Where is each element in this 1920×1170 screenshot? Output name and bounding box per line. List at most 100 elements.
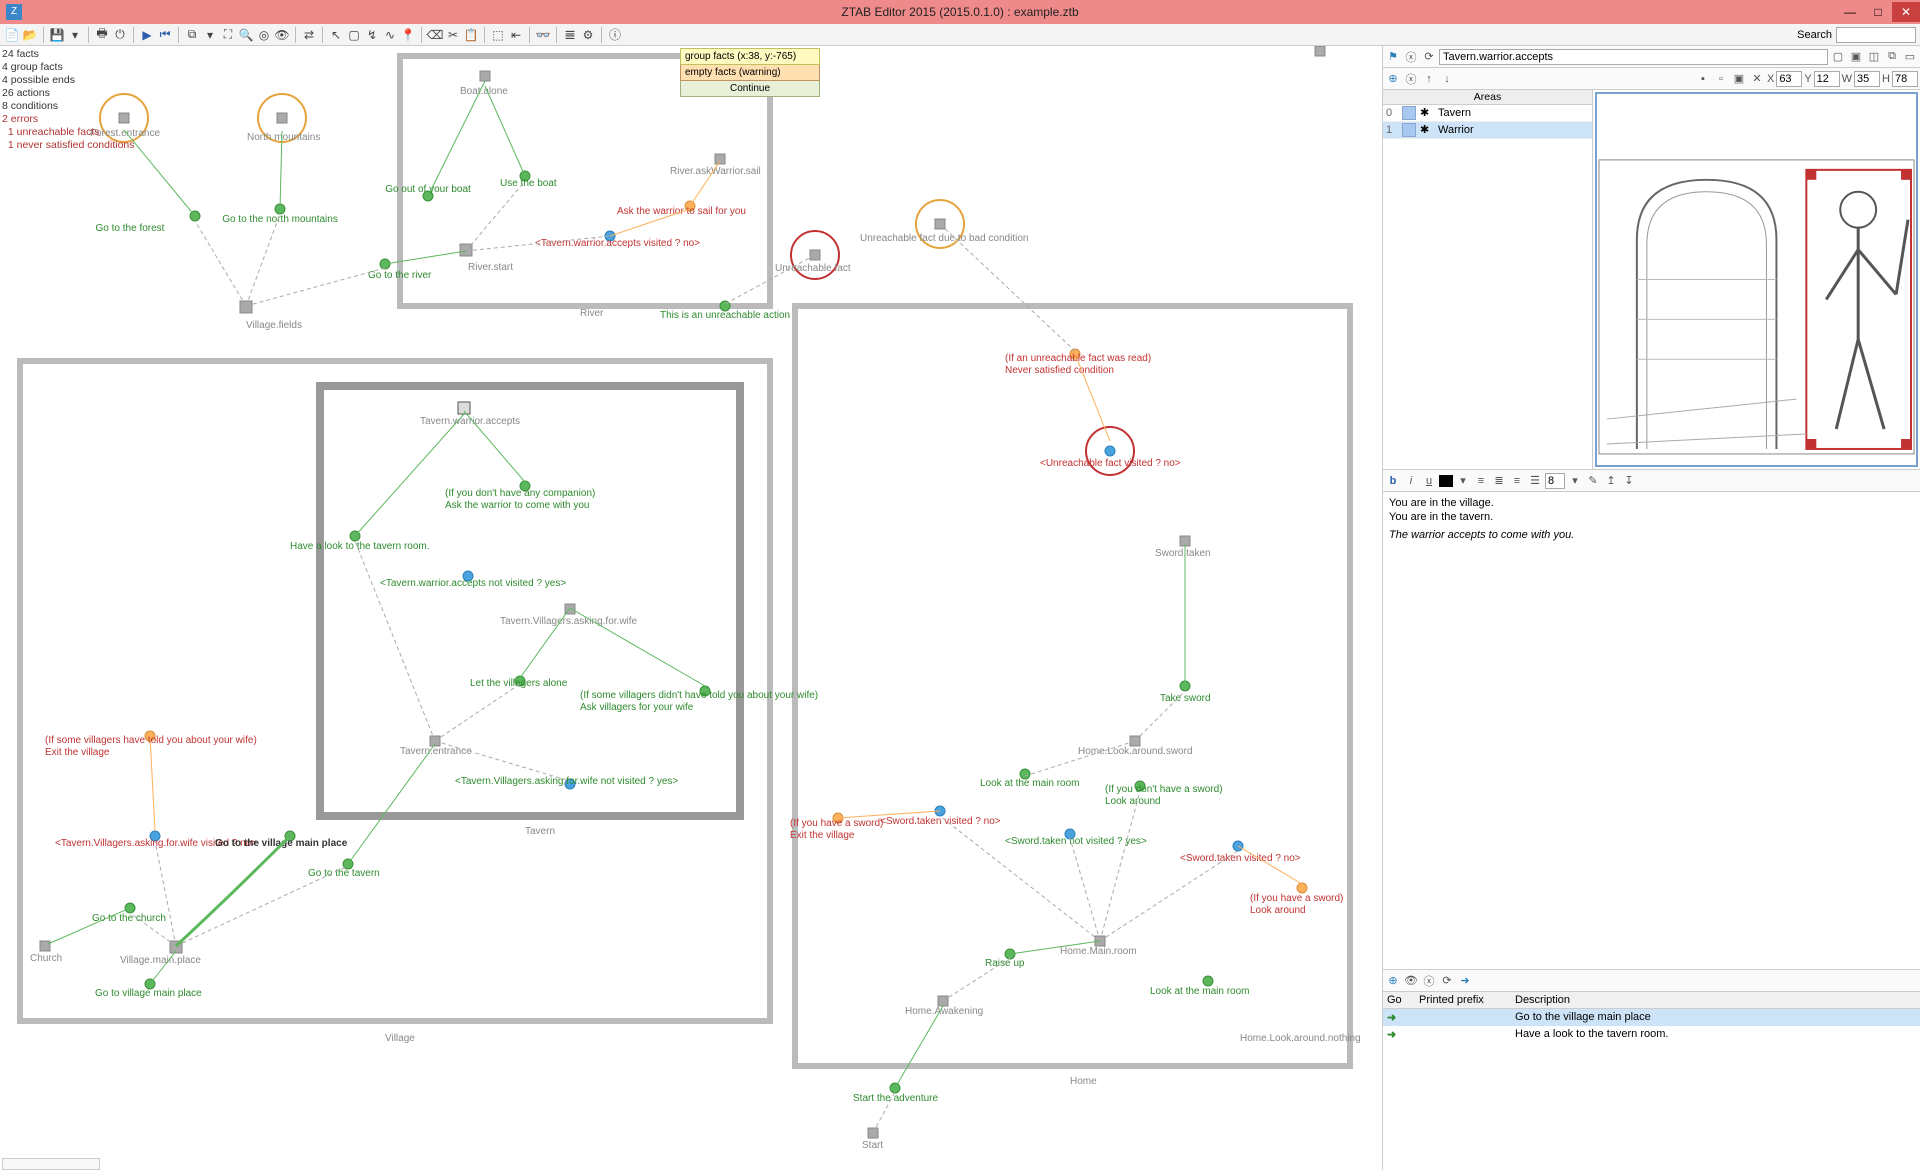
search-input[interactable]: [1836, 27, 1916, 43]
graph-canvas[interactable]: 24 facts 4 group facts 4 possible ends 2…: [0, 46, 1382, 1170]
save-icon[interactable]: 💾: [49, 27, 65, 43]
eye-icon[interactable]: 👁: [274, 27, 290, 43]
up-icon[interactable]: ↑: [1421, 71, 1437, 87]
glasses-icon[interactable]: 👓: [535, 27, 551, 43]
tool1-icon[interactable]: ⬚: [490, 27, 506, 43]
ico3[interactable]: ◫: [1866, 49, 1882, 65]
img2-icon[interactable]: ▫: [1713, 71, 1729, 87]
refresh-icon[interactable]: ⟳: [1421, 49, 1437, 65]
paste-icon[interactable]: 📋: [463, 27, 479, 43]
zoom-icon[interactable]: 🔍: [238, 27, 254, 43]
svg-text:(If you have a sword): (If you have a sword): [790, 818, 883, 829]
print-icon[interactable]: 🖶: [94, 27, 110, 43]
layout2-icon[interactable]: ▾: [202, 27, 218, 43]
ico1[interactable]: ▢: [1830, 49, 1846, 65]
footer-tab[interactable]: [2, 1158, 100, 1170]
open-icon[interactable]: 📂: [22, 27, 38, 43]
svg-text:Tavern.entrance: Tavern.entrance: [400, 746, 472, 757]
svg-text:Exit the village: Exit the village: [790, 830, 855, 841]
pin-icon[interactable]: 📍: [400, 27, 416, 43]
align-right-icon[interactable]: ≡: [1509, 473, 1525, 489]
action-row[interactable]: ➜ Have a look to the tavern room.: [1383, 1026, 1920, 1043]
h-input[interactable]: [1892, 71, 1918, 87]
ico2[interactable]: ▣: [1848, 49, 1864, 65]
action-row[interactable]: ➜ Go to the village main place: [1383, 1009, 1920, 1026]
layout-icon[interactable]: ⧉: [184, 27, 200, 43]
act-eye-icon[interactable]: 👁: [1403, 973, 1419, 989]
svg-text:Tavern.Villagers.asking.for.wi: Tavern.Villagers.asking.for.wife: [500, 616, 638, 627]
svg-text:Go to the north mountains: Go to the north mountains: [222, 214, 338, 225]
font-size-input[interactable]: [1545, 473, 1565, 489]
node-name-input[interactable]: [1439, 49, 1828, 65]
align-left-icon[interactable]: ≡: [1473, 473, 1489, 489]
minimize-button[interactable]: —: [1836, 2, 1864, 22]
align-just-icon[interactable]: ☰: [1527, 473, 1543, 489]
color-icon[interactable]: [1439, 475, 1453, 487]
sliders-icon[interactable]: 𝌆: [562, 27, 578, 43]
target-icon[interactable]: ◎: [256, 27, 272, 43]
import-icon[interactable]: ↧: [1621, 473, 1637, 489]
image-preview[interactable]: [1595, 92, 1918, 467]
underline-icon[interactable]: u: [1421, 473, 1437, 489]
curve-icon[interactable]: ∿: [382, 27, 398, 43]
saveas-icon[interactable]: ▾: [67, 27, 83, 43]
titlebar: Z ZTAB Editor 2015 (2015.0.1.0) : exampl…: [0, 0, 1920, 24]
link-icon[interactable]: ↯: [364, 27, 380, 43]
search-label: Search: [1797, 29, 1832, 41]
delete-icon[interactable]: ⓧ: [1403, 49, 1419, 65]
step-icon[interactable]: ⏮: [157, 27, 173, 43]
bold-icon[interactable]: b: [1385, 473, 1401, 489]
ico5[interactable]: ▭: [1902, 49, 1918, 65]
img3-icon[interactable]: ▣: [1731, 71, 1747, 87]
down-icon[interactable]: ↓: [1439, 71, 1455, 87]
italic-icon[interactable]: i: [1403, 473, 1419, 489]
flag-icon[interactable]: ⚑: [1385, 49, 1401, 65]
x-input[interactable]: [1776, 71, 1802, 87]
swap-icon[interactable]: ⇄: [301, 27, 317, 43]
img1-icon[interactable]: ▪: [1695, 71, 1711, 87]
svg-text:Use the boat: Use the boat: [500, 178, 557, 189]
gear-icon[interactable]: ⚙: [580, 27, 596, 43]
area-row[interactable]: 1✱ Warrior: [1383, 122, 1592, 139]
info-icon[interactable]: ⓘ: [607, 27, 623, 43]
text-toolbar: b i u ▾ ≡ ≣ ≡ ☰ ▾ ✎ ↥ ↧: [1383, 470, 1920, 492]
rect-icon[interactable]: ▢: [346, 27, 362, 43]
ico4[interactable]: ⧉: [1884, 49, 1900, 65]
fit-icon[interactable]: ⛶: [220, 27, 236, 43]
play-icon[interactable]: ▶: [139, 27, 155, 43]
act-ref-icon[interactable]: ⟳: [1439, 973, 1455, 989]
toolbar: 📄 📂 💾 ▾ 🖶 ⏻ ▶ ⏮ ⧉ ▾ ⛶ 🔍 ◎ 👁 ⇄ ↖ ▢ ↯ ∿ 📍 …: [0, 24, 1920, 46]
svg-text:Home.Main.room: Home.Main.room: [1060, 946, 1137, 957]
del2-icon[interactable]: ✂: [445, 27, 461, 43]
imgdel-icon[interactable]: ✕: [1749, 71, 1765, 87]
svg-text:Start: Start: [862, 1140, 883, 1151]
act-del-icon[interactable]: ⓧ: [1421, 973, 1437, 989]
svg-text:Village.fields: Village.fields: [246, 320, 302, 331]
tool2-icon[interactable]: ⇤: [508, 27, 524, 43]
svg-text:Let the villagers alone: Let the villagers alone: [470, 678, 568, 689]
act-goto-icon[interactable]: ➜: [1457, 973, 1473, 989]
add-icon[interactable]: ⊕: [1385, 71, 1401, 87]
act-add-icon[interactable]: ⊕: [1385, 973, 1401, 989]
new-icon[interactable]: 📄: [4, 27, 20, 43]
svg-text:Go to village main place: Go to village main place: [95, 988, 202, 999]
svg-text:(If you don't have any compani: (If you don't have any companion): [445, 488, 595, 499]
svg-text:Exit the village: Exit the village: [45, 747, 110, 758]
power-icon[interactable]: ⏻: [112, 27, 128, 43]
right-panel: ⚑ ⓧ ⟳ ▢ ▣ ◫ ⧉ ▭ ⊕ ⓧ ↑ ↓ ▪ ▫ ▣ ✕ X Y W H: [1382, 46, 1920, 1170]
svg-text:<Tavern.warrior.accepts visite: <Tavern.warrior.accepts visited ? no>: [535, 238, 700, 249]
y-input[interactable]: [1814, 71, 1840, 87]
w-input[interactable]: [1854, 71, 1880, 87]
maximize-button[interactable]: □: [1864, 2, 1892, 22]
svg-text:<Unreachable fact visited ? no: <Unreachable fact visited ? no>: [1040, 458, 1181, 469]
align-center-icon[interactable]: ≣: [1491, 473, 1507, 489]
pointer-icon[interactable]: ↖: [328, 27, 344, 43]
remove-icon[interactable]: ⓧ: [1403, 71, 1419, 87]
export-icon[interactable]: ↥: [1603, 473, 1619, 489]
text-body[interactable]: You are in the village. You are in the t…: [1383, 492, 1920, 969]
tooltip: group facts (x:38, y:-765) empty facts (…: [680, 48, 820, 97]
area-row[interactable]: 0✱ Tavern: [1383, 105, 1592, 122]
close-button[interactable]: ✕: [1892, 2, 1920, 22]
del1-icon[interactable]: ⌫: [427, 27, 443, 43]
wand-icon[interactable]: ✎: [1585, 473, 1601, 489]
